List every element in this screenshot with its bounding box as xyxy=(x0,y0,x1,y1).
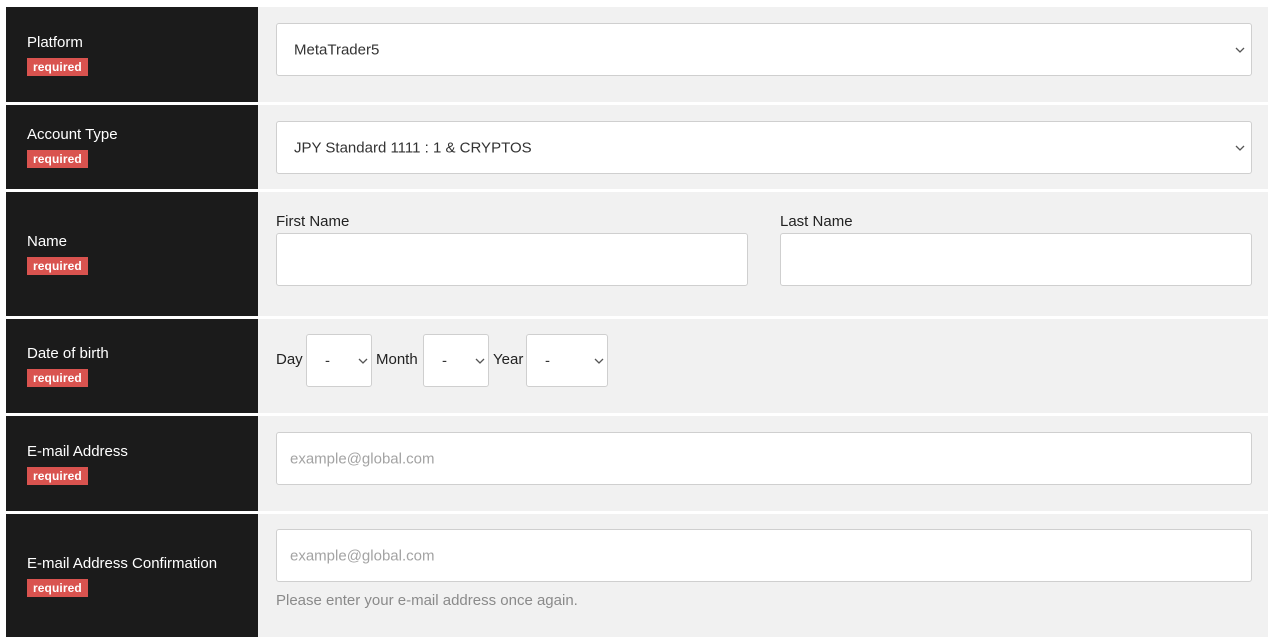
platform-label-cell: Platform required xyxy=(6,7,258,102)
required-badge: required xyxy=(27,150,88,168)
chevron-down-icon xyxy=(475,358,485,364)
name-label: Name xyxy=(27,233,68,250)
name-field-cell: First Name Last Name xyxy=(258,192,1268,316)
month-select[interactable]: - xyxy=(423,334,489,387)
platform-select-value: MetaTrader5 xyxy=(294,41,380,58)
email-input[interactable]: example@global.com xyxy=(276,432,1252,485)
account-type-row: Account Type required JPY Standard 1111 … xyxy=(6,105,1268,189)
required-badge: required xyxy=(27,57,88,76)
email-confirmation-field-cell: example@global.com Please enter your e-m… xyxy=(258,514,1268,637)
name-label-cell: Name required xyxy=(6,192,258,316)
email-placeholder: example@global.com xyxy=(290,450,435,467)
date-of-birth-label-cell: Date of birth required xyxy=(6,319,258,413)
email-confirmation-row: E-mail Address Confirmation required exa… xyxy=(6,514,1268,637)
email-row: E-mail Address required example@global.c… xyxy=(6,416,1268,511)
first-name-input[interactable] xyxy=(276,233,748,286)
chevron-down-icon xyxy=(1235,47,1245,53)
month-select-value: - xyxy=(442,352,447,369)
required-badge: required xyxy=(27,369,88,387)
date-of-birth-row: Date of birth required Day - Month - Yea… xyxy=(6,319,1268,413)
last-name-label: Last Name xyxy=(780,213,853,230)
email-confirmation-label-cell: E-mail Address Confirmation required xyxy=(6,514,258,637)
first-name-label: First Name xyxy=(276,213,350,230)
chevron-down-icon xyxy=(594,358,604,364)
platform-select[interactable]: MetaTrader5 xyxy=(276,23,1252,76)
account-type-select-value: JPY Standard 1111 : 1 & CRYPTOS xyxy=(294,139,532,156)
required-badge: required xyxy=(27,257,88,275)
day-select[interactable]: - xyxy=(306,334,372,387)
email-field-cell: example@global.com xyxy=(258,416,1268,511)
email-confirmation-label: E-mail Address Confirmation xyxy=(27,554,218,572)
last-name-input[interactable] xyxy=(780,233,1252,286)
chevron-down-icon xyxy=(1235,145,1245,151)
account-type-field-cell: JPY Standard 1111 : 1 & CRYPTOS xyxy=(258,105,1268,189)
email-confirmation-input[interactable]: example@global.com xyxy=(276,529,1252,582)
email-confirmation-placeholder: example@global.com xyxy=(290,547,435,564)
platform-label: Platform xyxy=(27,33,83,51)
year-label: Year xyxy=(493,351,524,368)
account-type-label: Account Type xyxy=(27,126,118,143)
account-type-select[interactable]: JPY Standard 1111 : 1 & CRYPTOS xyxy=(276,121,1252,174)
day-select-value: - xyxy=(325,352,330,369)
email-label: E-mail Address xyxy=(27,442,128,460)
month-label: Month xyxy=(376,351,418,368)
platform-field-cell: MetaTrader5 xyxy=(258,7,1268,102)
year-select-value: - xyxy=(545,352,550,369)
year-select[interactable]: - xyxy=(526,334,608,387)
account-type-label-cell: Account Type required xyxy=(6,105,258,189)
email-confirmation-hint: Please enter your e-mail address once ag… xyxy=(276,592,578,609)
required-badge: required xyxy=(27,466,88,485)
email-label-cell: E-mail Address required xyxy=(6,416,258,511)
date-of-birth-label: Date of birth xyxy=(27,345,109,362)
day-label: Day xyxy=(276,351,303,368)
required-badge: required xyxy=(27,578,88,597)
date-of-birth-field-cell: Day - Month - Year - xyxy=(258,319,1268,413)
name-row: Name required First Name Last Name xyxy=(6,192,1268,316)
platform-row: Platform required MetaTrader5 xyxy=(6,7,1268,102)
chevron-down-icon xyxy=(358,358,368,364)
